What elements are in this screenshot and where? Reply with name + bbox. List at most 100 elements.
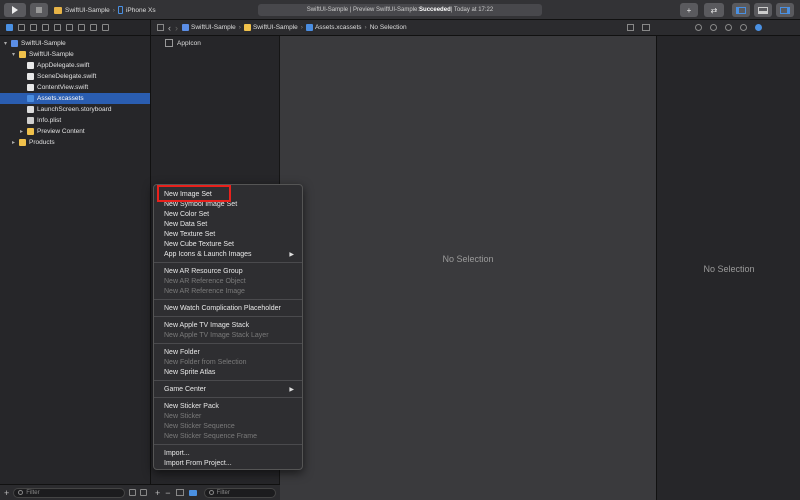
menu-item-label: Game Center (164, 385, 207, 393)
menu-item-label: New Folder (164, 348, 200, 356)
scm-filter-icon[interactable] (140, 489, 147, 496)
tree-item[interactable]: LaunchScreen.storyboard (0, 104, 150, 115)
report-icon[interactable] (102, 24, 109, 31)
breadcrumb-assets[interactable]: Assets.xcassets (305, 23, 362, 31)
tree-item[interactable]: AppDelegate.swift (0, 60, 150, 71)
menu-item[interactable]: Game Center ▶ (154, 384, 302, 394)
menu-item[interactable]: Import From Project... (154, 458, 302, 468)
menu-item[interactable]: New Watch Complication Placeholder (154, 303, 302, 313)
swift-icon (27, 62, 34, 69)
menu-item: New Sticker (154, 411, 302, 421)
menu-item-label: New Sticker Sequence Frame (164, 432, 257, 440)
search-icon[interactable] (42, 24, 49, 31)
related-items-icon[interactable] (627, 24, 634, 31)
folder-filter-icon[interactable] (188, 489, 197, 496)
breadcrumb-group[interactable]: SwiftUI-Sample (243, 23, 298, 31)
menu-item[interactable]: Import... (154, 448, 302, 458)
tree-item[interactable]: ContentView.swift (0, 82, 150, 93)
menu-item[interactable]: New Data Set (154, 219, 302, 229)
attributes-inspector-icon[interactable] (754, 24, 762, 31)
tree-item-label: Products (29, 139, 55, 146)
menu-item-label: Import From Project... (164, 459, 232, 467)
folder-icon (19, 139, 26, 146)
navigator-filter-input[interactable]: Filter (13, 487, 125, 498)
toggle-inspector-button[interactable] (776, 3, 794, 17)
disclosure-open-icon[interactable]: ▾ (12, 51, 19, 58)
debug-icon[interactable] (78, 24, 85, 31)
breakpoint-icon[interactable] (90, 24, 97, 31)
test-icon[interactable] (66, 24, 73, 31)
menu-item[interactable]: New Texture Set (154, 229, 302, 239)
identity-inspector-icon[interactable] (739, 24, 747, 31)
navigator-filter-placeholder: Filter (26, 489, 40, 496)
toggle-debug-button[interactable] (754, 3, 772, 17)
tree-item[interactable]: Assets.xcassets (0, 93, 150, 104)
folder-icon (27, 128, 34, 135)
history-inspector-icon[interactable] (709, 24, 717, 31)
menu-item: New Folder from Selection (154, 357, 302, 367)
remove-asset-button[interactable]: − (165, 488, 170, 498)
back-icon[interactable]: ‹ (168, 23, 171, 33)
tree-item-label: SwiftUI-Sample (29, 51, 74, 58)
asset-filter-input[interactable]: Filter (203, 487, 276, 498)
menu-separator (154, 343, 302, 344)
folder-icon[interactable] (6, 24, 13, 31)
filter-icon (208, 490, 214, 495)
source-control-icon[interactable] (18, 24, 25, 31)
folder-icon (243, 23, 251, 31)
tree-item[interactable]: ▸ Products (0, 137, 150, 148)
add-icon[interactable]: + (4, 488, 9, 498)
tree-item[interactable]: ▾ SwiftUI-Sample (0, 49, 150, 60)
breadcrumb-selection[interactable]: No Selection (370, 24, 407, 31)
menu-item-label: Import... (164, 449, 190, 457)
tree-item[interactable]: ▸ Preview Content (0, 126, 150, 137)
breadcrumb-project[interactable]: SwiftUI-Sample (182, 23, 236, 31)
menu-separator (154, 444, 302, 445)
menu-item[interactable]: New AR Resource Group (154, 266, 302, 276)
split-editor-icon[interactable] (642, 24, 650, 31)
grid-icon[interactable] (157, 24, 164, 31)
menu-item[interactable]: New Color Set (154, 209, 302, 219)
toggle-navigator-button[interactable] (732, 3, 750, 17)
tree-item[interactable]: SceneDelegate.swift (0, 71, 150, 82)
library-button[interactable]: + (680, 3, 698, 17)
inspector-tabs (656, 20, 800, 36)
activity-status: Succeeded (419, 7, 451, 13)
jump-bar: ‹ › SwiftUI-Sample › SwiftUI-Sample › As… (151, 20, 656, 36)
scheme-device: iPhone Xs (125, 6, 156, 14)
code-review-button[interactable]: ⇄ (704, 3, 724, 17)
asset-list-toolbar: + − Filter (151, 484, 280, 500)
file-inspector-icon[interactable] (694, 24, 702, 31)
file-tree: ▾ SwiftUI-Sample ▾ SwiftUI-Sample AppDelegat… (0, 36, 150, 148)
asset-item-appicon[interactable]: AppIcon (165, 39, 201, 47)
disclosure-closed-icon[interactable]: ▸ (12, 139, 19, 146)
run-button[interactable] (4, 3, 26, 17)
tree-item-label: ContentView.swift (37, 84, 89, 91)
tree-item[interactable]: ▾ SwiftUI-Sample (0, 38, 150, 49)
swift-icon (27, 84, 34, 91)
tree-item[interactable]: Info.plist (0, 115, 150, 126)
tree-item-label: SwiftUI-Sample (21, 40, 66, 47)
sidebar-left-icon (736, 6, 746, 14)
forward-icon[interactable]: › (175, 23, 178, 33)
image-filter-icon[interactable] (175, 489, 184, 496)
symbol-icon[interactable] (30, 24, 37, 31)
menu-separator (154, 316, 302, 317)
disclosure-closed-icon[interactable]: ▸ (20, 128, 27, 135)
recent-files-icon[interactable] (129, 489, 136, 496)
add-asset-button[interactable]: + (155, 488, 160, 498)
app-icon-thumbnail (165, 39, 173, 47)
menu-item[interactable]: New Cube Texture Set (154, 239, 302, 249)
menu-item[interactable]: App Icons & Launch Images ▶ (154, 249, 302, 259)
menu-item[interactable]: New Apple TV Image Stack (154, 320, 302, 330)
disclosure-open-icon[interactable]: ▾ (4, 40, 11, 47)
menu-item[interactable]: New Sprite Atlas (154, 367, 302, 377)
menu-item[interactable]: New Folder (154, 347, 302, 357)
warning-icon[interactable] (54, 24, 61, 31)
stop-button[interactable] (30, 3, 48, 17)
project-navigator: ▾ SwiftUI-Sample ▾ SwiftUI-Sample AppDelegat… (0, 20, 151, 484)
scheme-selector[interactable]: SwiftUI-Sample › iPhone Xs (54, 4, 156, 16)
help-inspector-icon[interactable] (724, 24, 732, 31)
menu-item[interactable]: New Sticker Pack (154, 401, 302, 411)
activity-viewer: SwiftUI-Sample | Preview SwiftUI-Sample:… (258, 4, 542, 16)
